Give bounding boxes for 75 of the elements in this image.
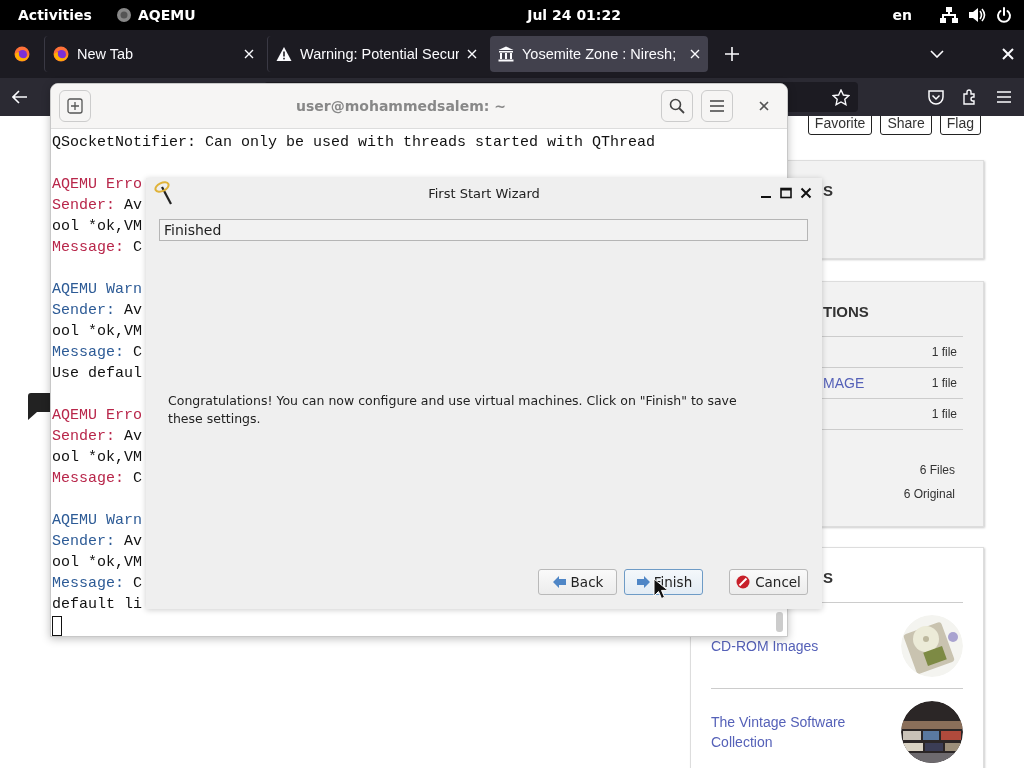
- collection-link[interactable]: The Vintage Software Collection: [711, 711, 861, 752]
- chevron-down-icon[interactable]: [930, 50, 944, 58]
- terminal-line: Sender: Av: [52, 427, 143, 447]
- total-count: 6 Files: [919, 463, 955, 477]
- terminal-line: Sender: Av: [52, 196, 143, 216]
- network-icon[interactable]: [940, 7, 958, 23]
- terminal-line: Message: C: [52, 469, 143, 489]
- close-icon[interactable]: [759, 101, 769, 111]
- firefox-icon[interactable]: [14, 46, 30, 62]
- terminal-line: Sender: Av: [52, 301, 143, 321]
- new-tab-icon[interactable]: [725, 47, 739, 61]
- close-icon[interactable]: [800, 187, 812, 199]
- speech-bubble-icon: [28, 393, 50, 421]
- back-arrow-icon: [551, 575, 568, 589]
- terminal-line: ool *ok,VM: [52, 553, 142, 573]
- volume-icon[interactable]: [968, 7, 986, 23]
- terminal-line: AQEMU Warn: [52, 280, 142, 300]
- app-icon: [116, 7, 132, 23]
- page-title: Finished: [159, 219, 808, 241]
- terminal-line: AQEMU Erro: [52, 175, 142, 195]
- browser-tab[interactable]: Yosemite Zone : Niresh;: [490, 36, 708, 72]
- collection-link[interactable]: CD-ROM Images: [711, 635, 861, 656]
- scrollbar[interactable]: [776, 612, 783, 632]
- terminal-line: Message: C: [52, 343, 143, 363]
- terminal-line: ool *ok,VM: [52, 322, 142, 342]
- terminal-line: ool *ok,VM: [52, 217, 142, 237]
- menu-icon[interactable]: [996, 90, 1012, 104]
- tab-title: New Tab: [77, 46, 135, 62]
- browser-tab[interactable]: New Tab: [44, 36, 262, 72]
- back-arrow-icon[interactable]: [12, 90, 28, 104]
- page-button[interactable]: Flag: [939, 116, 981, 135]
- section-heading: S: [823, 181, 834, 201]
- menu-icon: [709, 100, 725, 112]
- puzzle-icon[interactable]: [962, 89, 978, 105]
- language-indicator[interactable]: en: [892, 7, 912, 23]
- terminal-line: ool *ok,VM: [52, 448, 142, 468]
- activities-button[interactable]: Activities: [18, 7, 116, 23]
- total-count: 6 Original: [903, 487, 955, 501]
- power-icon[interactable]: [996, 7, 1012, 23]
- terminal-line: QSocketNotifier: Can only be used with threads started with QThread: [52, 133, 656, 153]
- warning-icon: [276, 46, 292, 62]
- window-title: First Start Wizard: [428, 185, 540, 201]
- terminal-line: Message: C: [52, 238, 143, 258]
- file-count: 1 file: [931, 345, 958, 359]
- dialog-button[interactable]: Back: [538, 569, 617, 595]
- file-count: 1 file: [931, 407, 958, 421]
- terminal-line: AQEMU Warn: [52, 511, 142, 531]
- search-button[interactable]: [661, 90, 693, 122]
- pocket-icon[interactable]: [928, 89, 944, 105]
- terminal-line: AQEMU Erro: [52, 406, 142, 426]
- tab-title: Yosemite Zone : Niresh;: [522, 46, 678, 62]
- maximize-icon[interactable]: [780, 187, 792, 199]
- terminal-line: Use defaul: [52, 364, 142, 384]
- file-link[interactable]: MAGE: [823, 375, 865, 391]
- new-tab-icon: [67, 98, 83, 114]
- window-title: user@mohammedsalem: ~: [295, 98, 507, 114]
- tab-title: Warning: Potential Secur: [300, 46, 459, 62]
- star-icon[interactable]: [832, 88, 850, 106]
- message-text: Congratulations! You can now configure and use virtual machines. Click on "Finish" to save these settings.: [168, 392, 738, 428]
- page-button[interactable]: Favorite: [807, 116, 873, 135]
- file-count: 1 file: [931, 376, 958, 390]
- terminal-line: default li: [52, 595, 142, 615]
- app-name[interactable]: AQEMU: [138, 7, 196, 23]
- new-tab-button[interactable]: [59, 90, 91, 122]
- firefox-icon: [53, 46, 69, 62]
- text-cursor: [52, 616, 62, 636]
- building-icon: [498, 46, 514, 62]
- terminal-line: Message: C: [52, 574, 143, 594]
- dialog-button[interactable]: Cancel: [729, 569, 808, 595]
- page-button[interactable]: Share: [880, 116, 932, 135]
- terminal-line: Sender: Av: [52, 532, 143, 552]
- search-icon: [669, 98, 685, 114]
- menu-button[interactable]: [701, 90, 733, 122]
- browser-tab[interactable]: Warning: Potential Secur: [267, 36, 485, 72]
- clock[interactable]: Jul 24 01:22: [467, 7, 621, 23]
